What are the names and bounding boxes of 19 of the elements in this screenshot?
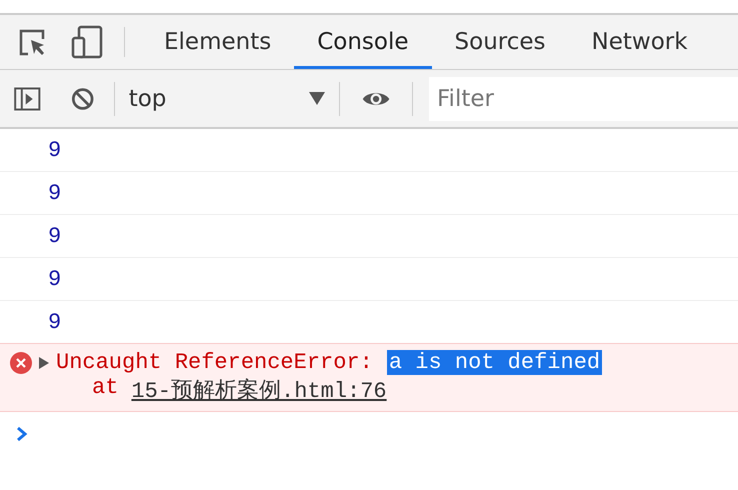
tab[interactable]: Sources [432,15,569,69]
error-message: Uncaught ReferenceError: [56,350,373,375]
device-icon[interactable] [70,25,104,59]
prompt-chevron-icon [16,426,28,442]
tab[interactable]: Elements [141,15,294,69]
source-link[interactable]: 15-预解析案例.html:76 [131,375,387,405]
stack-trace-label: at [92,375,118,402]
log-value: 9 [48,224,62,248]
selected-text: a is not defined [386,350,602,375]
log-value: 9 [48,266,62,292]
expand-triangle-icon[interactable] [38,356,50,370]
tab[interactable]: Network [568,15,711,69]
error-icon [10,352,32,374]
filter-field[interactable]: Filter [429,76,738,120]
log-value: 9 [48,180,62,206]
log-value: 9 [48,138,62,162]
log-value: 9 [48,310,62,334]
context-dropdown[interactable]: top [114,76,340,120]
dropdown-arrow-icon [309,92,326,105]
